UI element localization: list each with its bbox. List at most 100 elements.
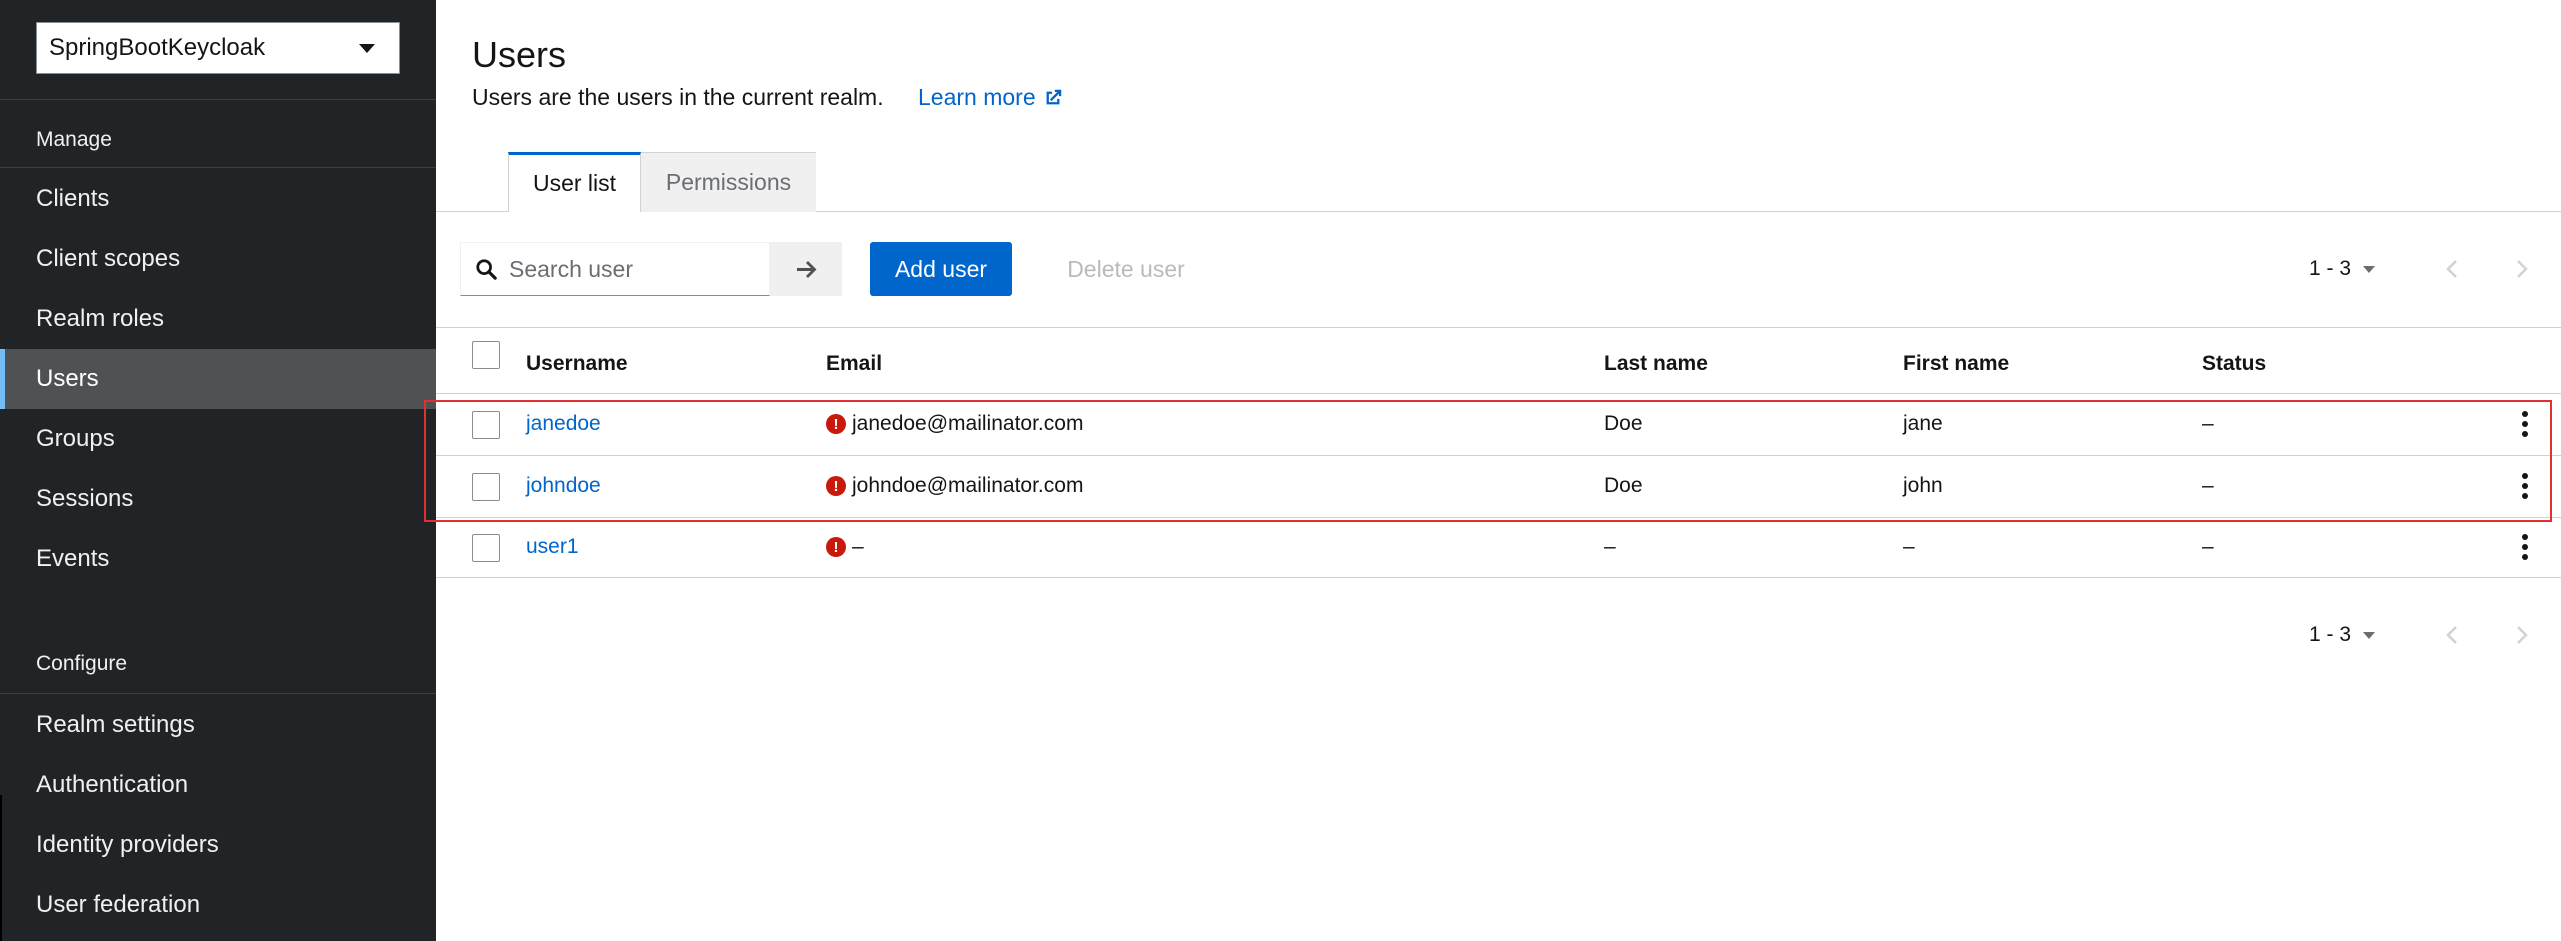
sidebar: SpringBootKeycloak Manage Clients Client…: [0, 0, 436, 941]
username-link[interactable]: user1: [526, 535, 579, 559]
sidebar-section-configure: Configure: [36, 652, 128, 675]
email-cell: ! johndoe@mailinator.com: [826, 474, 1083, 498]
sidebar-item-identity-providers[interactable]: Identity providers: [0, 815, 436, 875]
email-value: janedoe@mailinator.com: [852, 412, 1084, 435]
sidebar-item-label: User federation: [36, 891, 201, 918]
status-cell: –: [2202, 412, 2214, 435]
sidebar-divider: [0, 99, 436, 100]
page-description: Users are the users in the current realm…: [472, 84, 884, 110]
first-name-cell: john: [1903, 474, 1943, 497]
row-divider: [436, 455, 2561, 456]
next-page-button[interactable]: [2507, 620, 2537, 650]
search-icon: [476, 259, 497, 280]
search-input[interactable]: [509, 255, 759, 283]
sidebar-item-label: Groups: [36, 425, 115, 452]
sidebar-divider: [0, 167, 436, 168]
caret-down-icon: [359, 44, 375, 53]
arrow-right-icon: [797, 261, 817, 278]
caret-down-icon: [2363, 631, 2376, 639]
column-header-last-name[interactable]: Last name: [1604, 352, 1708, 376]
sidebar-item-groups[interactable]: Groups: [0, 409, 436, 469]
sidebar-item-label: Sessions: [36, 485, 134, 512]
sidebar-item-label: Client scopes: [36, 245, 181, 272]
tab-permissions[interactable]: Permissions: [641, 152, 816, 212]
sidebar-item-client-scopes[interactable]: Client scopes: [0, 229, 436, 289]
last-name-cell: –: [1604, 535, 1616, 558]
pagination-top: 1 - 3: [2309, 242, 2529, 296]
sidebar-item-events[interactable]: Events: [0, 529, 436, 589]
main-content: Users Users are the users in the current…: [436, 0, 2561, 941]
exclamation-circle-icon: !: [826, 476, 846, 496]
search-submit-button[interactable]: [770, 242, 842, 296]
sidebar-item-label: Identity providers: [36, 831, 219, 858]
first-name-cell: –: [1903, 535, 1915, 558]
column-header-username[interactable]: Username: [526, 352, 628, 376]
email-cell: ! janedoe@mailinator.com: [826, 412, 1083, 436]
row-checkbox[interactable]: [472, 473, 500, 501]
external-link-icon: [1046, 89, 1061, 104]
row-checkbox[interactable]: [472, 411, 500, 439]
learn-more-link[interactable]: Learn more: [918, 84, 1064, 111]
realm-selector[interactable]: SpringBootKeycloak: [36, 22, 400, 74]
sidebar-item-clients[interactable]: Clients: [0, 169, 436, 229]
previous-page-button[interactable]: [2437, 254, 2467, 284]
sidebar-item-user-federation[interactable]: User federation: [0, 875, 436, 935]
pagination-range: 1 - 3: [2309, 257, 2352, 280]
row-actions-kebab-icon[interactable]: [2519, 473, 2531, 499]
realm-selector-label: SpringBootKeycloak: [49, 34, 266, 61]
sidebar-item-sessions[interactable]: Sessions: [0, 469, 436, 529]
last-name-cell: Doe: [1604, 474, 1643, 497]
table-top-border: [436, 327, 2561, 328]
sidebar-edge: [0, 795, 2, 941]
sidebar-item-users[interactable]: Users: [0, 349, 436, 409]
row-actions-kebab-icon[interactable]: [2519, 534, 2531, 560]
sidebar-divider: [0, 693, 436, 694]
exclamation-circle-icon: !: [826, 537, 846, 557]
caret-down-icon: [2363, 265, 2376, 273]
pagination-bottom: 1 - 3: [2309, 608, 2529, 662]
last-name-cell: Doe: [1604, 412, 1643, 435]
row-divider: [436, 517, 2561, 518]
sidebar-item-realm-settings[interactable]: Realm settings: [0, 695, 436, 755]
sidebar-item-label: Users: [36, 365, 99, 392]
delete-user-button[interactable]: Delete user: [1036, 242, 1216, 296]
sidebar-item-label: Events: [36, 545, 110, 572]
learn-more-label: Learn more: [918, 84, 1036, 110]
email-value: –: [852, 535, 864, 558]
next-page-button[interactable]: [2507, 254, 2537, 284]
username-link[interactable]: johndoe: [526, 474, 601, 498]
sidebar-item-label: Realm settings: [36, 711, 195, 738]
tab-user-list[interactable]: User list: [508, 152, 641, 212]
column-header-email[interactable]: Email: [826, 352, 882, 376]
sidebar-item-label: Authentication: [36, 771, 189, 798]
select-all-checkbox[interactable]: [472, 341, 500, 369]
pagination-toggle[interactable]: 1 - 3: [2309, 257, 2376, 281]
email-value: johndoe@mailinator.com: [852, 474, 1084, 497]
row-divider: [436, 577, 2561, 578]
first-name-cell: jane: [1903, 412, 1943, 435]
status-cell: –: [2202, 474, 2214, 497]
exclamation-circle-icon: !: [826, 414, 846, 434]
page-title: Users: [472, 34, 567, 75]
chevron-left-icon: [2446, 626, 2457, 644]
sidebar-section-manage: Manage: [36, 128, 112, 151]
sidebar-item-label: Clients: [36, 185, 110, 212]
sidebar-item-authentication[interactable]: Authentication: [0, 755, 436, 815]
column-header-first-name[interactable]: First name: [1903, 352, 2009, 376]
sidebar-item-realm-roles[interactable]: Realm roles: [0, 289, 436, 349]
row-actions-kebab-icon[interactable]: [2519, 411, 2531, 437]
status-cell: –: [2202, 535, 2214, 558]
pagination-toggle[interactable]: 1 - 3: [2309, 623, 2376, 647]
search-box: [460, 242, 770, 296]
previous-page-button[interactable]: [2437, 620, 2467, 650]
username-link[interactable]: janedoe: [526, 412, 601, 436]
row-checkbox[interactable]: [472, 534, 500, 562]
chevron-right-icon: [2517, 260, 2528, 278]
chevron-left-icon: [2446, 260, 2457, 278]
pagination-range: 1 - 3: [2309, 623, 2352, 646]
chevron-right-icon: [2517, 626, 2528, 644]
column-header-status[interactable]: Status: [2202, 352, 2266, 376]
row-divider: [436, 393, 2561, 394]
add-user-button[interactable]: Add user: [870, 242, 1012, 296]
sidebar-item-label: Realm roles: [36, 305, 165, 332]
